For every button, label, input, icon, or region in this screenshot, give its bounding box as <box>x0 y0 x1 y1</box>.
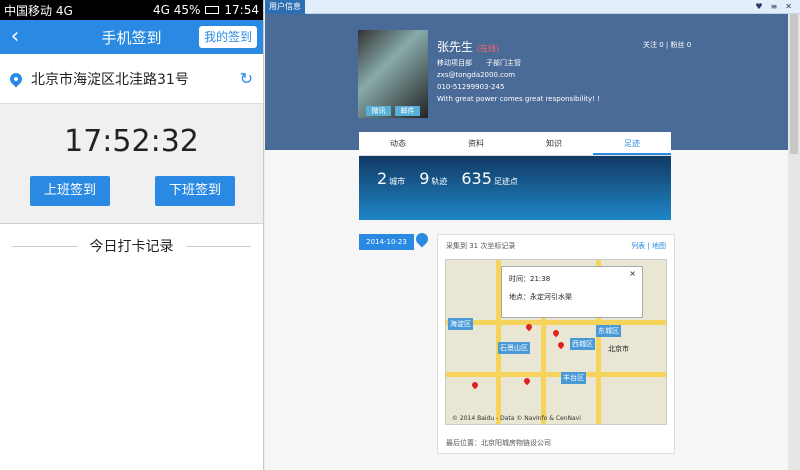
settings-icon[interactable]: ≡ <box>771 2 778 11</box>
district-label: 东城区 <box>596 325 621 337</box>
footprint-banner: 2 城市 9 轨迹 635 足迹点 <box>359 156 671 220</box>
message-button[interactable]: 微讯 <box>366 106 391 116</box>
profile-tabs: 动态 资料 知识 足迹 <box>359 132 671 156</box>
location-row: 北京市海淀区北洼路31号 ↻ <box>0 54 263 104</box>
back-icon[interactable]: ‹ <box>0 20 30 54</box>
map-marker[interactable] <box>470 380 480 390</box>
motto: With great power comes great responsibil… <box>437 95 601 103</box>
window-titlebar: 用户信息 ♥ ≡ ✕ <box>265 0 800 14</box>
last-position: 最后位置：北京阳城房物链设公司 <box>446 439 551 447</box>
popup-place: 地点：永定河引水渠 <box>509 293 572 301</box>
battery-icon <box>205 6 220 14</box>
status-bar: 中国移动 4G 4G 45% 17:54 <box>0 0 263 20</box>
profile-info: 张先生 (在线) 移动项目部 子部门主管 zxs@tongda2000.com … <box>437 38 600 105</box>
department: 移动项目部 子部门主管 <box>437 59 521 67</box>
divider <box>185 245 251 247</box>
tab-knowledge[interactable]: 知识 <box>515 132 593 155</box>
feed-title: 采集到 31 次坐标记录 <box>446 242 516 250</box>
tab-activity[interactable]: 动态 <box>359 132 437 155</box>
close-icon[interactable]: × <box>629 269 636 278</box>
mail-button[interactable]: 邮件 <box>395 106 420 116</box>
followers-count[interactable]: 粉丝 0 <box>671 41 692 49</box>
profile-name: 张先生 <box>437 40 474 54</box>
profile-photo: 微讯 邮件 <box>358 30 428 118</box>
district-label: 西城区 <box>570 338 595 350</box>
location-pin-icon <box>7 70 25 87</box>
map-popup: × 时间：21:38 地点：永定河引水渠 <box>501 266 643 318</box>
online-status: (在线) <box>476 44 500 53</box>
records-title: 今日打卡记录 <box>89 239 174 255</box>
close-icon[interactable]: ✕ <box>785 2 792 11</box>
district-label: 石景山区 <box>498 342 530 354</box>
profile-details: 移动项目部 子部门主管 zxs@tongda2000.com 010-51299… <box>437 57 600 105</box>
carrier-text: 中国移动 4G <box>4 3 73 18</box>
tab-footprint[interactable]: 足迹 <box>593 132 671 155</box>
map-marker[interactable] <box>522 376 532 386</box>
footprint-stats: 2 城市 9 轨迹 635 足迹点 <box>377 169 518 188</box>
feed-date: 2014-10-23 <box>359 234 414 250</box>
signal-battery-text: 4G 45% <box>152 3 201 17</box>
status-time: 17:54 <box>224 3 259 17</box>
tab-info[interactable]: 资料 <box>437 132 515 155</box>
following-count[interactable]: 关注 0 <box>643 41 664 49</box>
map-marker[interactable] <box>556 340 566 350</box>
records-section: 今日打卡记录 <box>0 224 263 470</box>
district-label: 海淀区 <box>448 318 473 330</box>
email: zxs@tongda2000.com <box>437 71 516 79</box>
footprint-card: 采集到 31 次坐标记录 列表 | 地图 东城区 西城区 石景山区 丰台区 海淀… <box>437 234 675 454</box>
follow-counts: 关注 0 | 粉丝 0 <box>643 41 692 49</box>
heart-icon[interactable]: ♥ <box>755 2 762 11</box>
city-label: 北京市 <box>608 345 629 353</box>
clock-panel: 17:52:32 上班签到 下班签到 <box>0 104 263 224</box>
scrollbar-thumb[interactable] <box>790 14 798 154</box>
checkout-button[interactable]: 下班签到 <box>155 176 235 206</box>
records-heading: 今日打卡记录 <box>0 224 263 256</box>
map-view[interactable]: 东城区 西城区 石景山区 丰台区 海淀区 北京市 × 时间：21:38 地点：永… <box>445 259 667 425</box>
phone-screen: 中国移动 4G 4G 45% 17:54 ‹ 手机签到 我的签到 北京市海淀区北… <box>0 0 264 470</box>
location-address: 北京市海淀区北洼路31号 <box>31 71 189 88</box>
refresh-icon[interactable]: ↻ <box>240 69 253 88</box>
my-checkins-button[interactable]: 我的签到 <box>198 26 257 48</box>
view-toggle[interactable]: 列表 | 地图 <box>631 241 666 251</box>
popup-time: 时间：21:38 <box>509 275 551 283</box>
window-controls: ♥ ≡ ✕ <box>755 2 800 11</box>
current-time: 17:52:32 <box>64 124 199 159</box>
profile-name-row: 张先生 (在线) <box>437 38 600 55</box>
map-marker[interactable] <box>551 328 561 338</box>
checkin-button[interactable]: 上班签到 <box>30 176 110 206</box>
map-copyright: © 2014 Baidu - Data © NavInfo & CenNavi <box>452 415 581 422</box>
app-bar: ‹ 手机签到 我的签到 <box>0 20 263 54</box>
phone-number: 010-51299903-245 <box>437 83 505 91</box>
scrollbar[interactable] <box>788 14 800 470</box>
district-label: 丰台区 <box>561 372 586 384</box>
divider <box>12 245 78 247</box>
window-title: 用户信息 <box>265 0 305 14</box>
